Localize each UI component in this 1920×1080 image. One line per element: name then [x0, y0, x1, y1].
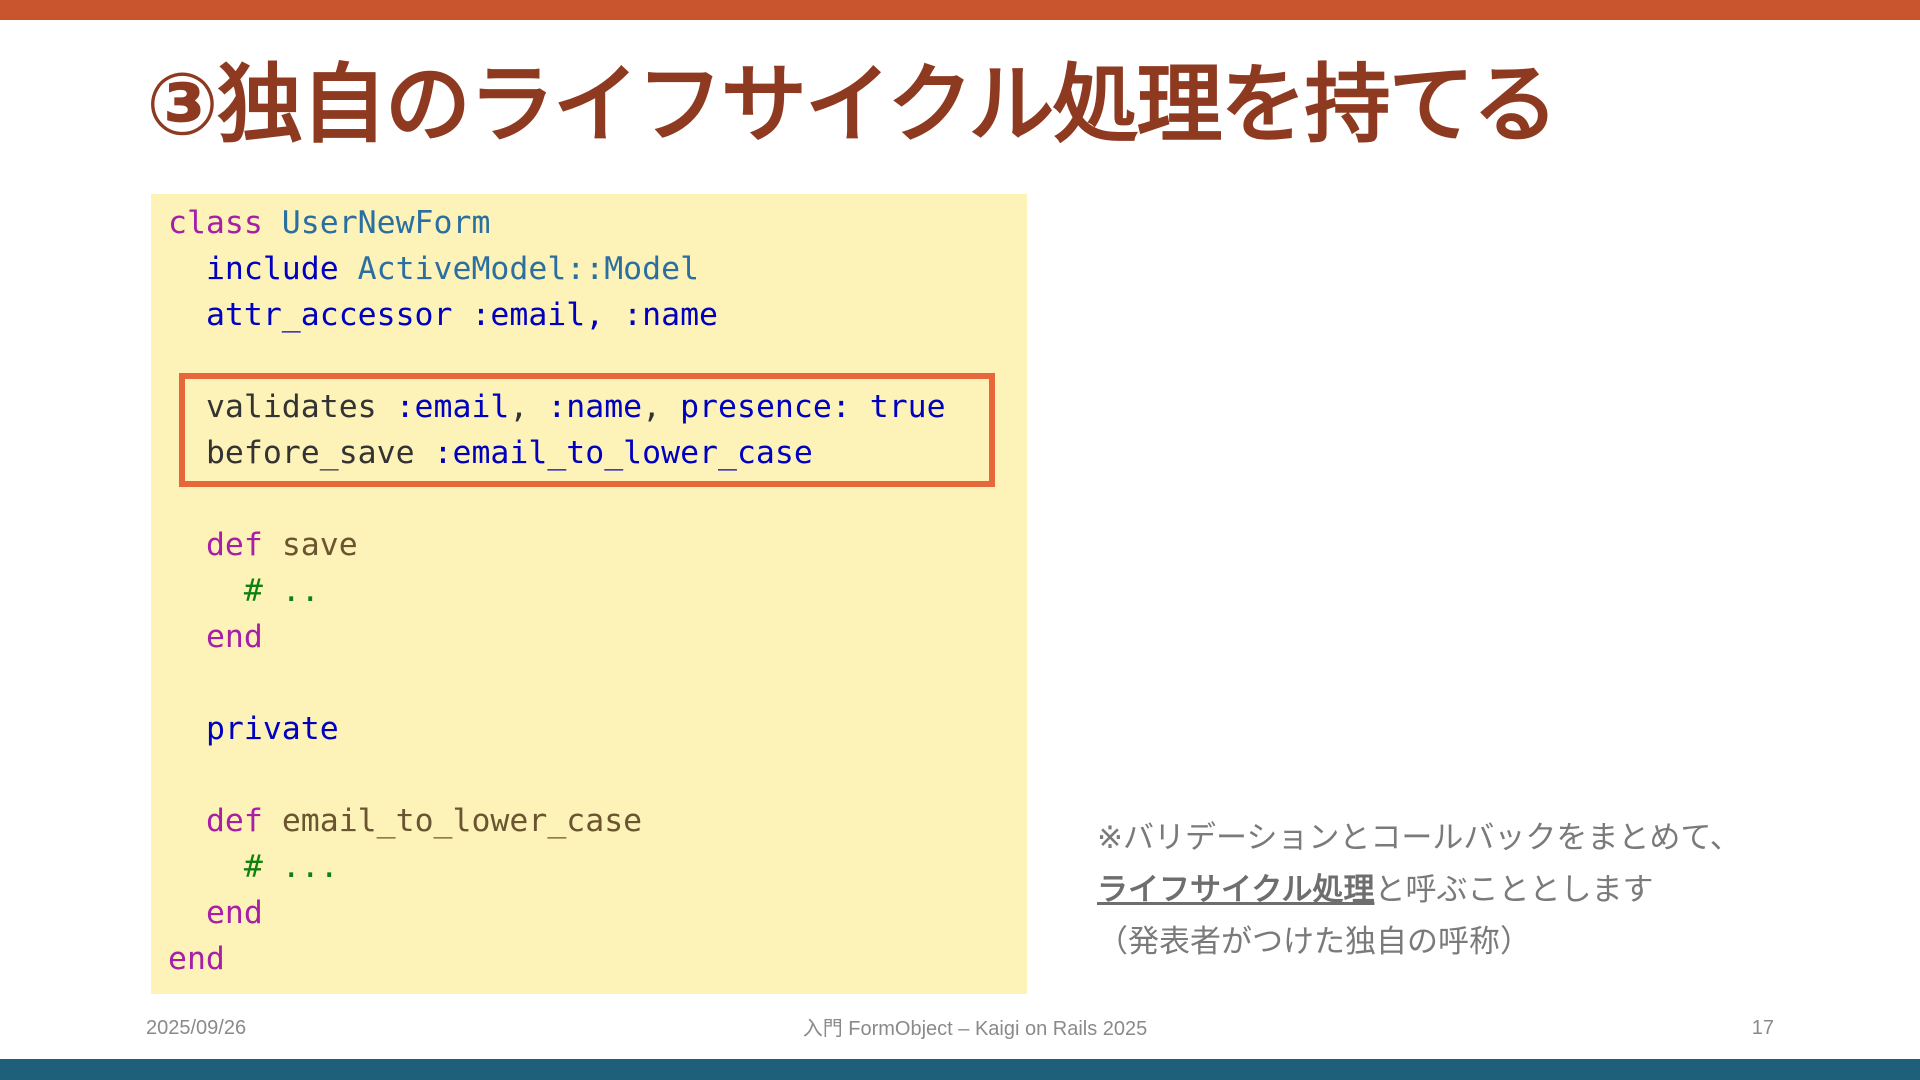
code-line: # .. [168, 568, 946, 614]
note-line-3: （発表者がつけた独自の呼称） [1097, 924, 1531, 960]
code-line: # ... [168, 844, 946, 890]
note-line-2: ライフサイクル処理と呼ぶこととします [1097, 864, 1741, 916]
code-keyword: private [205, 711, 339, 747]
code-comment: # ... [243, 849, 339, 885]
code-block: class UserNewForm include ActiveModel::M… [168, 200, 946, 982]
code-line: private [168, 706, 946, 752]
code-line: include ActiveModel::Model [168, 246, 946, 292]
lifecycle-highlight-box [179, 373, 995, 487]
code-comment: # .. [243, 573, 320, 609]
code-keyword: end [205, 895, 263, 931]
code-keyword: include [205, 251, 339, 287]
code-keyword: end [205, 619, 263, 655]
note-line-1: ※バリデーションとコールバックをまとめて、 [1097, 820, 1741, 856]
code-line: def save [168, 522, 946, 568]
code-args: :email, :name [471, 297, 718, 333]
lifecycle-note: ※バリデーションとコールバックをまとめて、 ライフサイクル処理と呼ぶこととします… [1097, 812, 1741, 968]
code-method-name: email_to_lower_case [281, 803, 643, 839]
code-line: class UserNewForm [168, 200, 946, 246]
code-line: end [168, 614, 946, 660]
code-keyword: def [205, 527, 263, 563]
code-line: end [168, 890, 946, 936]
code-class-name: UserNewForm [281, 205, 491, 241]
bottom-accent-bar [0, 1059, 1920, 1080]
page-number: 17 [1751, 1017, 1774, 1039]
code-keyword: end [168, 941, 225, 977]
note-emphasis: ライフサイクル処理 [1097, 872, 1375, 908]
footer-title: 入門 FormObject – Kaigi on Rails 2025 [802, 1018, 1148, 1040]
code-keyword: def [205, 803, 263, 839]
note-line-2-rest: と呼ぶこととします [1374, 872, 1654, 908]
code-constant: ActiveModel::Model [357, 251, 700, 287]
slide-title: ③独自のライフサイクル処理を持てる [146, 55, 1559, 155]
code-method: attr_accessor [205, 297, 453, 333]
code-method-name: save [281, 527, 358, 563]
top-accent-bar [0, 0, 1920, 20]
code-line: end [168, 936, 946, 982]
footer-date: 2025/09/26 [146, 1017, 247, 1039]
code-keyword: class [168, 205, 263, 241]
code-line: def email_to_lower_case [168, 798, 946, 844]
code-line: attr_accessor :email, :name [168, 292, 946, 338]
